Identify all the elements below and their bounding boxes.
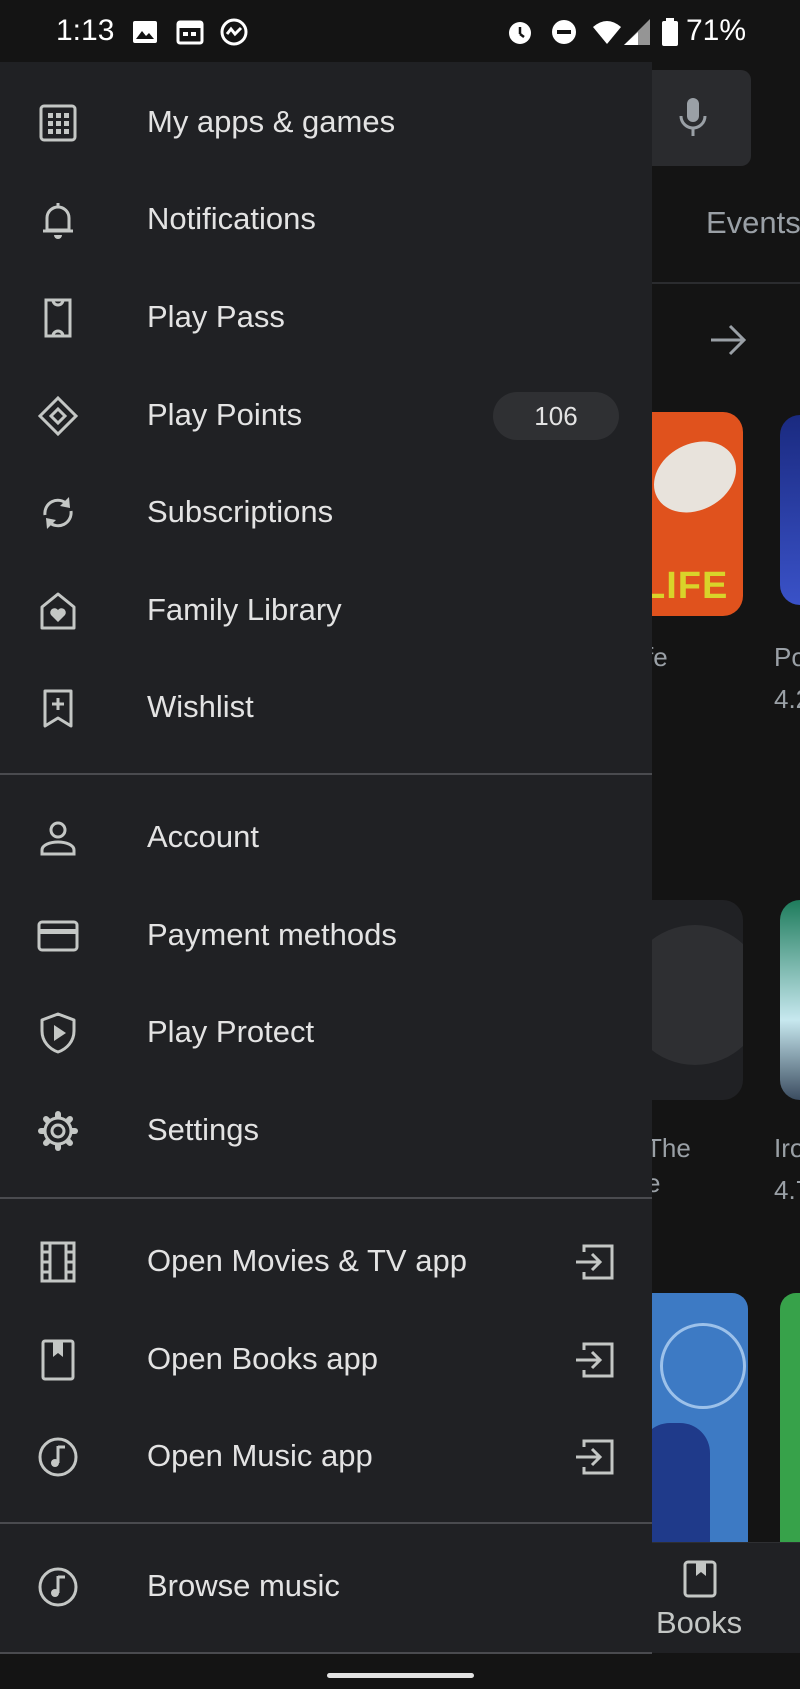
menu-item-my-apps-games[interactable]: My apps & games [0, 75, 652, 171]
menu-item-label: Wishlist [147, 689, 254, 724]
menu-item-label: Browse music [147, 1568, 340, 1603]
menu-item-label: Family Library [147, 592, 342, 627]
open-external-icon [572, 1242, 616, 1282]
calendar-icon [175, 17, 205, 47]
menu-item-play-protect[interactable]: Play Protect [0, 985, 652, 1081]
menu-item-label: Open Books app [147, 1341, 378, 1376]
app-card-2[interactable] [780, 415, 800, 605]
menu-item-label: Notifications [147, 201, 316, 236]
app-card-title: The [646, 1133, 691, 1163]
menu-item-label: Subscriptions [147, 494, 334, 529]
menu-item-notifications[interactable]: Notifications [0, 172, 652, 268]
app-logo-shape [641, 427, 743, 527]
menu-item-account[interactable]: Account [0, 790, 652, 886]
tab-events[interactable]: Events [706, 205, 800, 241]
bookmark-add-icon [36, 686, 80, 730]
diamond-icon [36, 394, 80, 438]
status-time: 1:13 [56, 14, 115, 47]
alarm-icon [505, 17, 535, 47]
section-divider [0, 773, 652, 775]
battery-percentage: 71% [686, 14, 747, 47]
book-icon [36, 1338, 80, 1382]
bottom-nav-books[interactable]: Books [656, 1605, 742, 1641]
tab-divider [650, 282, 800, 284]
menu-item-browse-music[interactable]: Browse music [0, 1539, 652, 1635]
menu-item-play-pass[interactable]: Play Pass [0, 270, 652, 366]
app-card-6[interactable] [780, 1293, 800, 1543]
menu-item-wishlist[interactable]: Wishlist [0, 660, 652, 756]
menu-item-family-library[interactable]: Family Library [0, 563, 652, 659]
do-not-disturb-icon [549, 17, 579, 47]
section-divider [0, 1197, 652, 1199]
image-icon [130, 17, 160, 47]
navigation-drawer: My apps & games Notifications Play Pass … [0, 62, 652, 1654]
menu-item-label: Payment methods [147, 917, 397, 952]
app-card-rating: 4.7 [774, 1175, 800, 1205]
person-icon [36, 816, 80, 860]
microphone-icon[interactable] [678, 96, 708, 140]
music-note-icon [36, 1435, 80, 1479]
app-card-title: Iro [774, 1133, 800, 1163]
menu-item-label: Play Pass [147, 299, 285, 334]
menu-item-label: Play Points [147, 397, 303, 432]
badge-value: 106 [534, 401, 578, 431]
section-divider [0, 1652, 652, 1654]
signal-icon [622, 17, 652, 47]
app-logo-text: LIFE [642, 565, 729, 607]
credit-card-icon [36, 914, 80, 958]
bell-icon [36, 198, 80, 242]
menu-item-payment-methods[interactable]: Payment methods [0, 888, 652, 984]
menu-item-label: Open Music app [147, 1438, 373, 1473]
menu-item-open-books[interactable]: Open Books app [0, 1312, 652, 1408]
refresh-icon [36, 491, 80, 535]
menu-item-open-movies-tv[interactable]: Open Movies & TV app [0, 1214, 652, 1310]
menu-item-play-points[interactable]: Play Points 106 [0, 368, 652, 464]
gesture-navigation-bar[interactable] [327, 1673, 474, 1678]
music-note-icon [36, 1565, 80, 1609]
menu-item-label: Open Movies & TV app [147, 1243, 467, 1278]
menu-item-label: Account [147, 819, 260, 854]
status-bar: 1:13 71% [0, 0, 800, 62]
play-points-badge: 106 [493, 392, 619, 440]
film-icon [36, 1240, 80, 1284]
ticket-icon [36, 296, 80, 340]
menu-item-settings[interactable]: Settings [0, 1083, 652, 1179]
battery-icon [661, 17, 679, 47]
books-icon[interactable] [682, 1560, 718, 1598]
menu-item-label: Settings [147, 1112, 260, 1147]
open-external-icon [572, 1340, 616, 1380]
activity-icon [219, 17, 249, 47]
apps-grid-icon [36, 101, 80, 145]
open-external-icon [572, 1437, 616, 1477]
gear-icon [36, 1109, 80, 1153]
arrow-right-icon[interactable] [708, 322, 748, 358]
app-card-4[interactable] [780, 900, 800, 1100]
menu-item-subscriptions[interactable]: Subscriptions [0, 465, 652, 561]
menu-item-label: My apps & games [147, 104, 396, 139]
family-home-icon [36, 589, 80, 633]
shield-play-icon [36, 1011, 80, 1055]
section-divider [0, 1522, 652, 1524]
app-card-rating: 4.2 [774, 684, 800, 714]
menu-item-label: Play Protect [147, 1014, 315, 1049]
snowflake-icon [660, 1323, 746, 1409]
wifi-icon [592, 17, 622, 47]
app-card-title: Po [774, 642, 800, 672]
menu-item-open-music[interactable]: Open Music app [0, 1409, 652, 1505]
